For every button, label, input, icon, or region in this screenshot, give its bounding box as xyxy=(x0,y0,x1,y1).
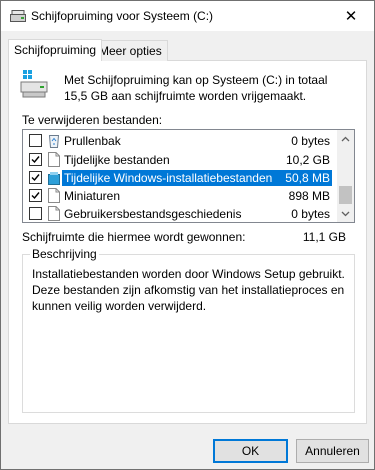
scroll-up-button[interactable] xyxy=(337,130,354,147)
item-checkbox[interactable] xyxy=(29,189,42,202)
cancel-button[interactable]: Annuleren xyxy=(296,439,369,463)
item-name: Miniaturen xyxy=(64,189,121,203)
item-checkbox[interactable] xyxy=(29,171,42,184)
chevron-down-icon xyxy=(341,211,350,216)
intro-text: Met Schijfopruiming kan op Systeem (C:) … xyxy=(64,73,328,103)
file-icon xyxy=(48,206,60,221)
item-name: Gebruikersbestandsgeschiedenis xyxy=(64,207,242,221)
tab-disk-cleanup[interactable]: Schijfopruiming xyxy=(8,39,103,61)
item-name: Prullenbak xyxy=(64,134,121,148)
list-item-selected[interactable]: Tijdelijke Windows-installatiebestanden … xyxy=(23,168,338,187)
drive-cleanup-icon xyxy=(20,69,48,101)
vertical-scrollbar[interactable] xyxy=(337,130,354,222)
list-item[interactable]: Tijdelijke bestanden 10,2 GB xyxy=(23,150,338,169)
title-bar: Schijfopruiming voor Systeem (C:) ✕ xyxy=(1,1,374,31)
files-to-delete-label: Te verwijderen bestanden: xyxy=(22,113,163,127)
item-checkbox[interactable] xyxy=(29,207,42,220)
close-button[interactable]: ✕ xyxy=(328,1,374,31)
scroll-down-button[interactable] xyxy=(337,205,354,222)
description-title: Beschrijving xyxy=(30,247,99,261)
recycle-bin-icon xyxy=(48,133,60,148)
disk-cleanup-window: Schijfopruiming voor Systeem (C:) ✕ Schi… xyxy=(0,0,375,470)
list-item[interactable]: Prullenbak 0 bytes xyxy=(23,131,338,150)
space-gain-value: 11,1 GB xyxy=(302,230,346,244)
files-listbox[interactable]: Prullenbak 0 bytes Tijdelijke bestanden … xyxy=(22,129,355,223)
list-item[interactable]: Gebruikersbestandsgeschiedenis 0 bytes xyxy=(23,204,338,222)
drive-icon xyxy=(10,10,26,22)
item-size: 10,2 GB xyxy=(285,153,330,167)
close-icon: ✕ xyxy=(344,8,358,25)
space-gain-label: Schijfruimte die hiermee wordt gewonnen: xyxy=(22,230,246,244)
item-name: Tijdelijke bestanden xyxy=(64,153,170,167)
item-size: 0 bytes xyxy=(291,207,330,221)
chevron-up-icon xyxy=(341,136,350,141)
item-size: 0 bytes xyxy=(291,134,330,148)
item-name: Tijdelijke Windows-installatiebestanden xyxy=(62,170,275,186)
item-size: 50,8 MB xyxy=(279,170,330,186)
ok-button[interactable]: OK xyxy=(213,439,288,463)
windows-setup-icon xyxy=(48,170,60,185)
file-icon xyxy=(48,152,60,167)
window-title: Schijfopruiming voor Systeem (C:) xyxy=(31,9,214,23)
description-text: Installatiebestanden worden door Windows… xyxy=(32,267,345,313)
item-size: 898 MB xyxy=(288,189,330,203)
item-checkbox[interactable] xyxy=(29,134,42,147)
scroll-thumb[interactable] xyxy=(339,186,352,204)
file-icon xyxy=(48,188,60,203)
list-item[interactable]: Miniaturen 898 MB xyxy=(23,186,338,205)
tab-more-options[interactable]: Meer opties xyxy=(93,40,168,61)
item-checkbox[interactable] xyxy=(29,153,42,166)
